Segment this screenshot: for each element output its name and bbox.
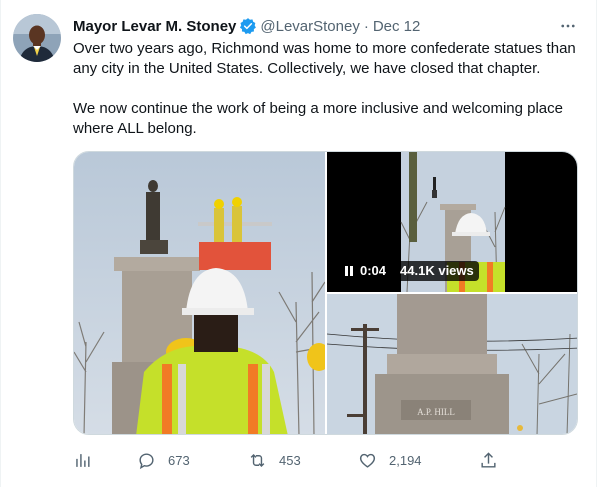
photo-statue-removal[interactable]: [74, 152, 325, 434]
tweet-text: Over two years ago, Richmond was home to…: [73, 39, 583, 139]
retweet-button[interactable]: 453: [248, 448, 301, 472]
reply-icon: [139, 452, 154, 469]
author-name[interactable]: Mayor Levar M. Stoney: [73, 18, 236, 35]
analytics-button[interactable]: [73, 448, 92, 472]
analytics-icon: [76, 453, 90, 467]
like-button[interactable]: 2,194: [358, 448, 422, 472]
tweet-date[interactable]: Dec 12: [373, 18, 421, 35]
photo-empty-pedestal[interactable]: A.P. HILL: [327, 294, 577, 434]
video-time-pill[interactable]: 0:04: [339, 261, 392, 281]
author-handle[interactable]: @LevarStoney: [260, 18, 359, 35]
share-icon: [481, 451, 496, 468]
reply-button[interactable]: 673: [137, 448, 190, 472]
video-crane-removal[interactable]: 0:04 44.1K views: [327, 152, 577, 292]
tweet-header: Mayor Levar M. Stoney @LevarStoney · Dec…: [73, 16, 580, 36]
like-count: 2,194: [389, 452, 422, 468]
retweet-count: 453: [279, 452, 301, 468]
verified-badge-icon: [239, 17, 257, 35]
tweet-text-paragraph-2: We now continue the work of being a more…: [73, 100, 563, 137]
media-grid: 0:04 44.1K views A.P. HILL: [73, 151, 578, 435]
video-overlay: 0:04 44.1K views: [339, 261, 479, 281]
reply-count: 673: [168, 452, 190, 468]
tweet[interactable]: Mayor Levar M. Stoney @LevarStoney · Dec…: [0, 0, 597, 487]
avatar[interactable]: [13, 14, 61, 62]
tweet-text-paragraph-1: Over two years ago, Richmond was home to…: [73, 40, 576, 77]
more-icon[interactable]: [556, 14, 580, 38]
separator-dot: ·: [363, 17, 369, 35]
pause-icon[interactable]: [344, 266, 354, 276]
like-icon: [359, 453, 376, 468]
share-button[interactable]: [479, 448, 498, 472]
retweet-icon: [250, 453, 265, 467]
monument-inscription: A.P. HILL: [417, 407, 455, 417]
video-views: 44.1K views: [395, 261, 479, 281]
tweet-actions: 673 453 2,194: [73, 448, 513, 472]
video-time: 0:04: [360, 263, 387, 278]
